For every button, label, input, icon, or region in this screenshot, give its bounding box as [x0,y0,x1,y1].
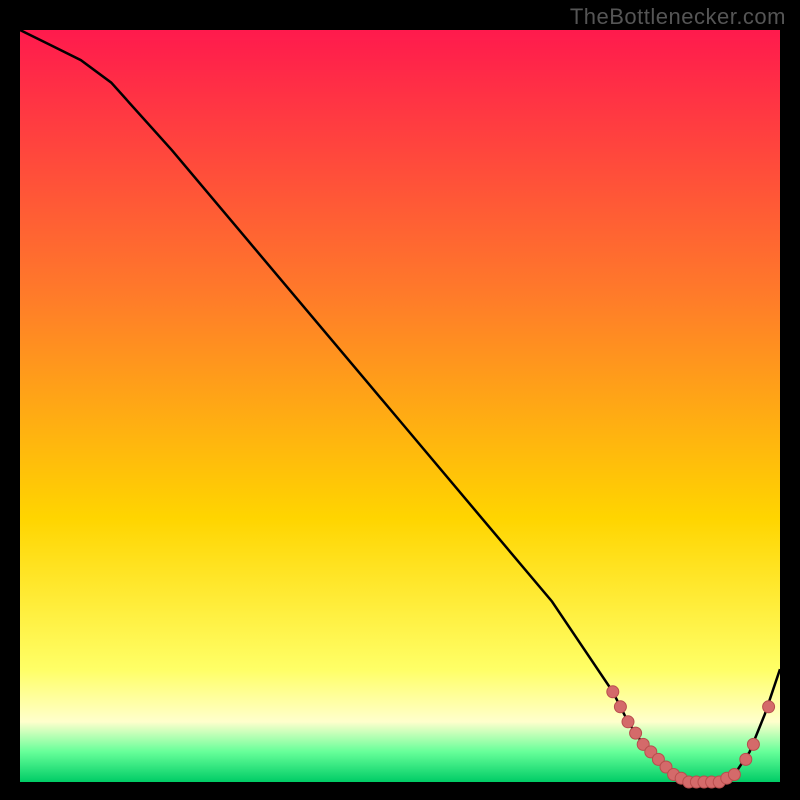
data-marker [763,701,775,713]
data-marker [622,716,634,728]
source-caption: TheBottlenecker.com [570,4,786,30]
data-marker [607,686,619,698]
chart-container: TheBottlenecker.com [0,0,800,800]
plot-background [20,30,780,782]
data-marker [740,753,752,765]
data-marker [614,701,626,713]
data-marker [747,738,759,750]
bottleneck-chart [0,0,800,800]
data-marker [630,727,642,739]
data-marker [728,769,740,781]
